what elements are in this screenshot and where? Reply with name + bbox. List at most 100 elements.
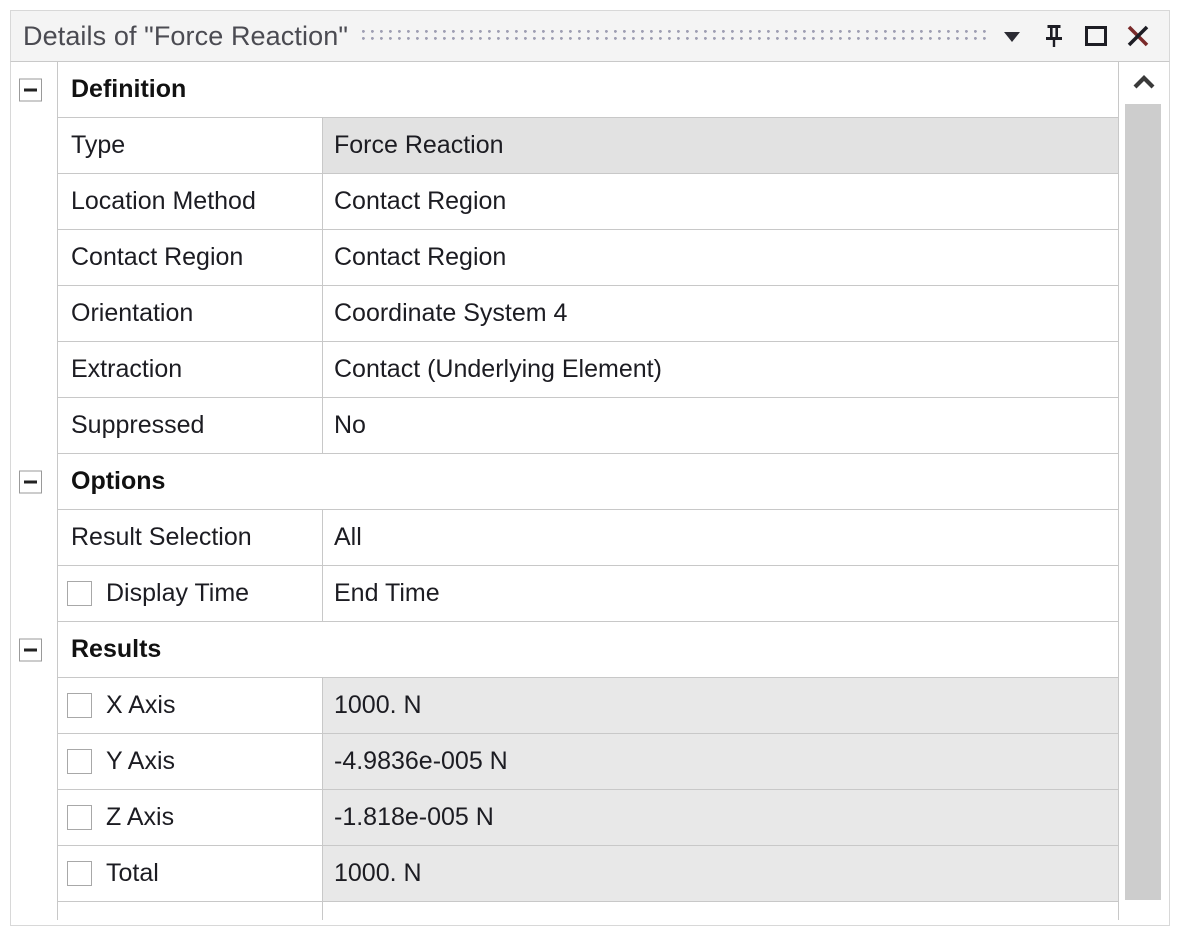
property-value-label: -1.818e-005 N [334,803,494,831]
details-panel: Details of "Force Reaction" Definition T… [0,0,1180,926]
row-cells: Orientation Coordinate System 4 [57,285,1119,342]
property-row[interactable]: Orientation Coordinate System 4 [11,285,1119,342]
property-name-cell: Display Time [58,566,323,621]
row-cells: Y Axis -4.9836e-005 N [57,733,1119,790]
row-gutter [11,734,57,790]
property-name-cell [58,902,323,920]
property-value-cell[interactable]: Force Reaction [323,118,1118,173]
property-value-cell: -4.9836e-005 N [323,734,1118,789]
row-checkbox[interactable] [67,805,92,830]
property-row[interactable]: Z Axis -1.818e-005 N [11,789,1119,846]
property-value-label: Contact Region [334,243,507,271]
section-gutter [11,454,57,510]
property-row[interactable]: Display Time End Time [11,565,1119,622]
row-cells: X Axis 1000. N [57,677,1119,734]
property-value-cell: 1000. N [323,846,1118,901]
row-gutter [11,846,57,902]
close-icon[interactable] [1125,21,1151,51]
property-value-label: Force Reaction [334,131,504,159]
scrollbar-track[interactable] [1125,104,1163,925]
titlebar-buttons [999,21,1161,51]
property-name-cell: Contact Region [58,230,323,285]
property-value-cell[interactable]: No [323,398,1118,453]
property-row[interactable]: Total 1000. N [11,845,1119,902]
row-gutter [11,398,57,454]
row-cells: Extraction Contact (Underlying Element) [57,341,1119,398]
details-body: Definition Type Force Reaction Location Met… [10,62,1170,926]
section-header-definition: Definition [11,62,1119,118]
vertical-scrollbar[interactable] [1125,62,1163,925]
row-gutter [11,118,57,174]
row-checkbox[interactable] [67,693,92,718]
row-gutter [11,678,57,734]
section-header-cell: Options [57,453,1119,510]
property-name-label: Display Time [106,579,250,607]
panel-title: Details of "Force Reaction" [23,20,348,51]
property-value-label: End Time [334,579,440,607]
section-title: Results [71,635,162,663]
property-value-cell[interactable]: Contact Region [323,230,1118,285]
property-name-label: X Axis [106,691,176,719]
maximize-icon[interactable] [1083,21,1109,51]
section-header-results: Results [11,621,1119,678]
property-value-cell: -1.818e-005 N [323,790,1118,845]
property-name-cell: Orientation [58,286,323,341]
minus-icon [24,480,37,484]
clipped-next-row [11,901,1119,920]
row-gutter [11,510,57,566]
row-cells: Location Method Contact Region [57,173,1119,230]
minus-icon [24,88,37,92]
scroll-up-arrow-icon[interactable] [1125,62,1163,104]
property-name-label: Result Selection [71,523,252,551]
scrollbar-thumb[interactable] [1125,104,1161,900]
section-header-cell: Results [57,621,1119,678]
properties-grid: Definition Type Force Reaction Location Met… [11,62,1119,925]
property-value-cell[interactable]: End Time [323,566,1118,621]
row-gutter [11,174,57,230]
property-value-cell[interactable]: Contact Region [323,174,1118,229]
property-name-label: Suppressed [71,411,205,439]
property-value-label: Contact Region [334,187,507,215]
property-name-cell: Result Selection [58,510,323,565]
row-checkbox[interactable] [67,749,92,774]
property-row[interactable]: X Axis 1000. N [11,677,1119,734]
property-row[interactable]: Type Force Reaction [11,117,1119,174]
section-title: Options [71,467,166,495]
property-name-cell: Y Axis [58,734,323,789]
property-value-label: No [334,411,366,439]
property-row[interactable]: Result Selection All [11,509,1119,566]
property-name-label: Contact Region [71,243,244,271]
titlebar-dotted-separator [362,30,989,44]
property-value-label: Coordinate System 4 [334,299,568,327]
collapse-toggle-results[interactable] [19,638,42,662]
collapse-toggle-options[interactable] [19,470,42,494]
property-name-label: Extraction [71,355,183,383]
property-name-cell: Total [58,846,323,901]
property-name-cell: X Axis [58,678,323,733]
row-gutter [11,790,57,846]
property-row[interactable]: Suppressed No [11,397,1119,454]
section-header-cell: Definition [57,62,1119,118]
chevron-down-icon[interactable] [999,21,1025,51]
row-cells: Total 1000. N [57,845,1119,902]
row-cells: Display Time End Time [57,565,1119,622]
row-cells: Suppressed No [57,397,1119,454]
collapse-toggle-definition[interactable] [19,78,42,102]
pin-icon[interactable] [1041,21,1067,51]
property-name-label: Y Axis [106,747,176,775]
property-row[interactable]: Location Method Contact Region [11,173,1119,230]
property-value-cell[interactable]: All [323,510,1118,565]
row-checkbox[interactable] [67,861,92,886]
property-name-cell: Z Axis [58,790,323,845]
row-cells: Type Force Reaction [57,117,1119,174]
property-name-cell: Location Method [58,174,323,229]
property-value-cell[interactable]: Contact (Underlying Element) [323,342,1118,397]
row-cells: Contact Region Contact Region [57,229,1119,286]
row-checkbox[interactable] [67,581,92,606]
property-row[interactable]: Contact Region Contact Region [11,229,1119,286]
property-value-label: 1000. N [334,691,422,719]
property-value-cell[interactable]: Coordinate System 4 [323,286,1118,341]
row-gutter [11,566,57,622]
property-row[interactable]: Y Axis -4.9836e-005 N [11,733,1119,790]
property-row[interactable]: Extraction Contact (Underlying Element) [11,341,1119,398]
